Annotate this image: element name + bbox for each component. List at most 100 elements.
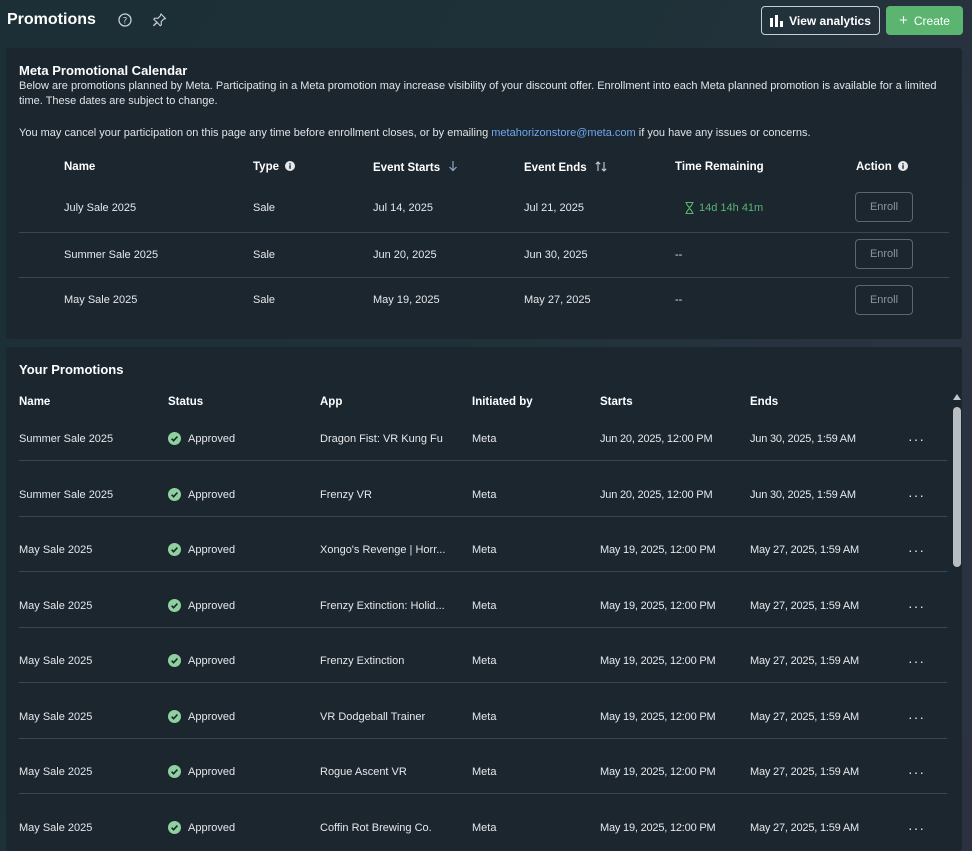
promotional-calendar-panel: Meta Promotional Calendar Below are prom… bbox=[6, 48, 962, 339]
pin-icon[interactable] bbox=[152, 12, 167, 28]
scroll-up-arrow-icon[interactable] bbox=[953, 394, 961, 400]
status-badge: Approved bbox=[168, 488, 235, 501]
calendar-row-ends: Jul 21, 2025 bbox=[524, 202, 584, 214]
promotion-row-app: Frenzy Extinction bbox=[320, 655, 405, 667]
status-label: Approved bbox=[188, 599, 236, 612]
status-label: Approved bbox=[188, 710, 236, 723]
promotion-row-initiated-by: Meta bbox=[472, 600, 497, 612]
your-promotions-panel: Your Promotions Name Status App Initiate… bbox=[6, 347, 962, 851]
calendar-row-name: July Sale 2025 bbox=[64, 202, 137, 214]
promotion-row-ends: May 27, 2025, 1:59 AM bbox=[750, 822, 859, 834]
info-icon[interactable] bbox=[285, 161, 295, 171]
bar-chart-icon bbox=[770, 14, 784, 27]
promotion-row-starts: May 19, 2025, 12:00 PM bbox=[600, 822, 716, 834]
col-event-ends[interactable]: Event Ends bbox=[524, 161, 607, 174]
promotion-row-starts: May 19, 2025, 12:00 PM bbox=[600, 600, 716, 612]
promotion-row-name: May Sale 2025 bbox=[19, 766, 93, 778]
row-divider bbox=[19, 571, 947, 572]
promotion-row-app: Coffin Rot Brewing Co. bbox=[320, 822, 432, 834]
check-circle-icon bbox=[168, 821, 181, 834]
col-action: Action bbox=[856, 161, 908, 173]
check-circle-icon bbox=[168, 543, 181, 556]
col-time-remaining: Time Remaining bbox=[675, 161, 764, 173]
calendar-row-ends: Jun 30, 2025 bbox=[524, 249, 588, 261]
status-badge: Approved bbox=[168, 432, 235, 445]
promotion-row-ends: May 27, 2025, 1:59 AM bbox=[750, 711, 859, 723]
col-name[interactable]: Name bbox=[19, 396, 50, 408]
more-options-icon[interactable]: ··· bbox=[908, 765, 925, 779]
col-ends[interactable]: Ends bbox=[750, 396, 778, 408]
promotion-row-initiated-by: Meta bbox=[472, 655, 497, 667]
promotion-row-initiated-by: Meta bbox=[472, 711, 497, 723]
promotion-row-name: May Sale 2025 bbox=[19, 711, 93, 723]
col-action-label: Action bbox=[856, 161, 892, 173]
more-options-icon[interactable]: ··· bbox=[908, 599, 925, 613]
calendar-row-name: Summer Sale 2025 bbox=[64, 249, 159, 261]
more-options-icon[interactable]: ··· bbox=[908, 654, 925, 668]
promotion-row-app: Frenzy VR bbox=[320, 489, 372, 501]
more-options-icon[interactable]: ··· bbox=[908, 710, 925, 724]
check-circle-icon bbox=[168, 599, 181, 612]
promotion-row-initiated-by: Meta bbox=[472, 766, 497, 778]
promotion-row-ends: May 27, 2025, 1:59 AM bbox=[750, 600, 859, 612]
status-badge: Approved bbox=[168, 821, 235, 834]
promotion-row-starts: Jun 20, 2025, 12:00 PM bbox=[600, 433, 713, 445]
col-starts[interactable]: Starts bbox=[600, 396, 633, 408]
calendar-row-starts: Jun 20, 2025 bbox=[373, 249, 437, 261]
status-badge: Approved bbox=[168, 765, 235, 778]
help-icon[interactable]: ? bbox=[118, 13, 132, 27]
promotion-row-ends: Jun 30, 2025, 1:59 AM bbox=[750, 489, 856, 501]
col-event-starts[interactable]: Event Starts bbox=[373, 161, 458, 174]
status-label: Approved bbox=[188, 765, 236, 778]
promotion-row-starts: May 19, 2025, 12:00 PM bbox=[600, 711, 716, 723]
promotion-row-starts: May 19, 2025, 12:00 PM bbox=[600, 655, 716, 667]
check-circle-icon bbox=[168, 765, 181, 778]
status-badge: Approved bbox=[168, 599, 235, 612]
arrow-down-icon bbox=[449, 161, 458, 172]
view-analytics-label: View analytics bbox=[789, 13, 871, 28]
more-options-icon[interactable]: ··· bbox=[908, 821, 925, 835]
col-name[interactable]: Name bbox=[64, 161, 95, 173]
create-button[interactable]: + Create bbox=[886, 6, 963, 35]
enroll-button[interactable]: Enroll bbox=[855, 285, 913, 315]
promotion-row-initiated-by: Meta bbox=[472, 544, 497, 556]
promotion-row-initiated-by: Meta bbox=[472, 489, 497, 501]
promotion-row-name: May Sale 2025 bbox=[19, 600, 93, 612]
plus-icon: + bbox=[899, 11, 908, 29]
col-type[interactable]: Type bbox=[253, 161, 295, 173]
col-event-starts-label: Event Starts bbox=[373, 162, 441, 174]
cancel-note-prefix: You may cancel your participation on thi… bbox=[19, 127, 492, 139]
status-label: Approved bbox=[188, 821, 236, 834]
col-initiated-by[interactable]: Initiated by bbox=[472, 396, 533, 408]
more-options-icon[interactable]: ··· bbox=[908, 543, 925, 557]
row-divider bbox=[19, 682, 947, 683]
cancel-note-suffix: if you have any issues or concerns. bbox=[635, 127, 811, 139]
more-options-icon[interactable]: ··· bbox=[908, 432, 925, 446]
hourglass-icon bbox=[685, 202, 694, 214]
promotion-row-name: Summer Sale 2025 bbox=[19, 489, 114, 501]
status-label: Approved bbox=[188, 488, 236, 501]
promotion-row-app: Dragon Fist: VR Kung Fu bbox=[320, 433, 443, 445]
svg-text:?: ? bbox=[123, 16, 128, 26]
support-email-link[interactable]: metahorizonstore@meta.com bbox=[491, 127, 635, 139]
scrollbar-thumb[interactable] bbox=[953, 407, 961, 567]
promotion-row-app: VR Dodgeball Trainer bbox=[320, 711, 426, 723]
promotion-row-app: Xongo's Revenge | Horr... bbox=[320, 544, 446, 556]
info-icon[interactable] bbox=[897, 161, 908, 171]
calendar-title: Meta Promotional Calendar bbox=[19, 63, 188, 78]
enroll-button[interactable]: Enroll bbox=[855, 192, 913, 222]
col-event-ends-label: Event Ends bbox=[524, 162, 587, 174]
promotion-row-ends: May 27, 2025, 1:59 AM bbox=[750, 766, 859, 778]
promotion-row-starts: Jun 20, 2025, 12:00 PM bbox=[600, 489, 713, 501]
calendar-row-ends: May 27, 2025 bbox=[524, 294, 591, 306]
page-title: Promotions bbox=[7, 11, 96, 28]
enroll-button[interactable]: Enroll bbox=[855, 239, 913, 269]
view-analytics-button[interactable]: View analytics bbox=[761, 6, 880, 35]
col-status[interactable]: Status bbox=[168, 396, 203, 408]
calendar-row-type: Sale bbox=[253, 249, 276, 261]
row-divider bbox=[19, 277, 949, 278]
more-options-icon[interactable]: ··· bbox=[908, 488, 925, 502]
status-label: Approved bbox=[188, 543, 236, 556]
status-label: Approved bbox=[188, 654, 236, 667]
col-app[interactable]: App bbox=[320, 396, 342, 408]
